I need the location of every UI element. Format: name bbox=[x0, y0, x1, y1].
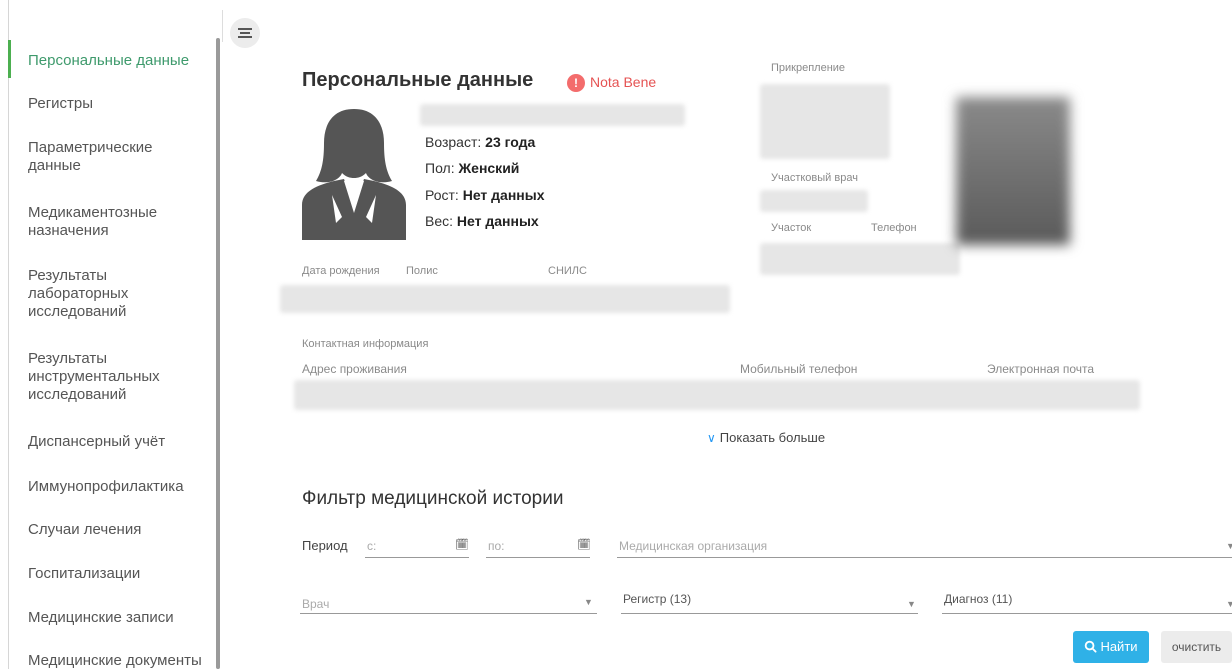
active-indicator bbox=[8, 40, 11, 78]
diagnosis-underline bbox=[942, 613, 1232, 614]
height-row: Рост: Нет данных bbox=[425, 187, 545, 203]
find-button[interactable]: Найти bbox=[1073, 631, 1149, 663]
sidebar-item-personal-data[interactable]: Персональные данные bbox=[28, 52, 189, 70]
registry-select[interactable]: Регистр (13) bbox=[623, 592, 691, 606]
area-label: Участок bbox=[771, 222, 812, 234]
diagnosis-select[interactable]: Диагноз (11) bbox=[944, 592, 1012, 606]
sidebar-item-medication[interactable]: Медикаментозные назначения bbox=[28, 204, 157, 240]
policy-label: Полис bbox=[406, 265, 438, 277]
nota-bene-link[interactable]: Nota Bene bbox=[590, 74, 656, 90]
dob-label: Дата рождения bbox=[302, 265, 380, 277]
search-icon bbox=[1085, 640, 1097, 653]
contacts-redacted bbox=[294, 380, 1140, 410]
hamburger-icon[interactable] bbox=[230, 18, 260, 48]
district-doctor-label: Участковый врач bbox=[771, 172, 858, 184]
left-border bbox=[8, 0, 9, 669]
sidebar-item-parametric-data[interactable]: Параметрические данные bbox=[28, 139, 153, 175]
sidebar-item-dispensary[interactable]: Диспансерный учёт bbox=[28, 433, 165, 451]
district-doctor-redacted bbox=[760, 190, 868, 212]
sidebar-item-medical-documents[interactable]: Медицинские документы bbox=[28, 652, 202, 670]
show-more-link[interactable]: ∨ Показать больше bbox=[707, 430, 825, 445]
header-divider bbox=[222, 10, 223, 42]
attachment-redacted bbox=[760, 84, 890, 159]
registry-underline bbox=[621, 613, 918, 614]
address-label: Адрес проживания bbox=[302, 362, 407, 376]
age-row: Возраст: 23 года bbox=[425, 134, 536, 150]
mobile-label: Мобильный телефон bbox=[740, 362, 858, 376]
sidebar-item-medical-records[interactable]: Медицинские записи bbox=[28, 609, 174, 627]
sidebar-item-instrumental-results[interactable]: Результаты инструментальных исследований bbox=[28, 350, 160, 404]
area-phone-redacted bbox=[760, 243, 960, 275]
registry-dropdown-icon[interactable]: ▼ bbox=[907, 599, 916, 609]
date-from-input[interactable]: с: bbox=[367, 539, 376, 553]
ids-redacted bbox=[280, 285, 730, 313]
date-to-underline bbox=[486, 557, 590, 558]
calendar-to-icon[interactable]: 🗓︎ bbox=[577, 538, 591, 551]
sidebar-nav: Персональные данные Регистры Параметриче… bbox=[12, 0, 212, 669]
doctor-dropdown-icon[interactable]: ▼ bbox=[584, 597, 593, 607]
nota-bene-icon[interactable]: ! bbox=[567, 74, 585, 92]
doctor-underline bbox=[300, 613, 597, 614]
page-title: Персональные данные bbox=[302, 69, 534, 91]
sidebar-item-registers[interactable]: Регистры bbox=[28, 95, 93, 113]
sidebar-scrollbar[interactable] bbox=[216, 38, 220, 669]
female-avatar-icon bbox=[302, 105, 406, 240]
contact-info-label: Контактная информация bbox=[302, 338, 429, 350]
clear-button[interactable]: очистить bbox=[1161, 631, 1232, 663]
sidebar-item-lab-results[interactable]: Результаты лабораторных исследований bbox=[28, 267, 128, 321]
org-underline bbox=[617, 557, 1232, 558]
sidebar-scroll-thumb[interactable] bbox=[216, 38, 220, 669]
medical-org-select[interactable]: Медицинская организация bbox=[619, 539, 767, 553]
date-to-input[interactable]: по: bbox=[488, 539, 505, 553]
patient-name-redacted bbox=[420, 104, 685, 126]
email-label: Электронная почта bbox=[987, 362, 1095, 376]
sidebar-item-treatment-cases[interactable]: Случаи лечения bbox=[28, 521, 141, 539]
phone-label: Телефон bbox=[871, 222, 917, 234]
sidebar-item-immunization[interactable]: Иммунопрофилактика bbox=[28, 478, 184, 496]
snils-label: СНИЛС bbox=[548, 265, 587, 277]
date-from-underline bbox=[365, 557, 469, 558]
chevron-down-icon: ∨ bbox=[707, 431, 716, 445]
weight-row: Вес: Нет данных bbox=[425, 213, 539, 229]
doctor-select[interactable]: Врач bbox=[302, 597, 329, 611]
attachment-label: Прикрепление bbox=[771, 62, 846, 74]
org-dropdown-icon[interactable]: ▼ bbox=[1226, 541, 1232, 551]
period-label: Период bbox=[302, 538, 348, 553]
sidebar-item-hospitalizations[interactable]: Госпитализации bbox=[28, 565, 140, 583]
calendar-from-icon[interactable]: 🗓︎ bbox=[455, 538, 469, 551]
sex-row: Пол: Женский bbox=[425, 160, 520, 176]
diagnosis-dropdown-icon[interactable]: ▼ bbox=[1226, 599, 1232, 609]
filter-title: Фильтр медицинской истории bbox=[302, 488, 564, 509]
patient-photo bbox=[956, 97, 1070, 245]
